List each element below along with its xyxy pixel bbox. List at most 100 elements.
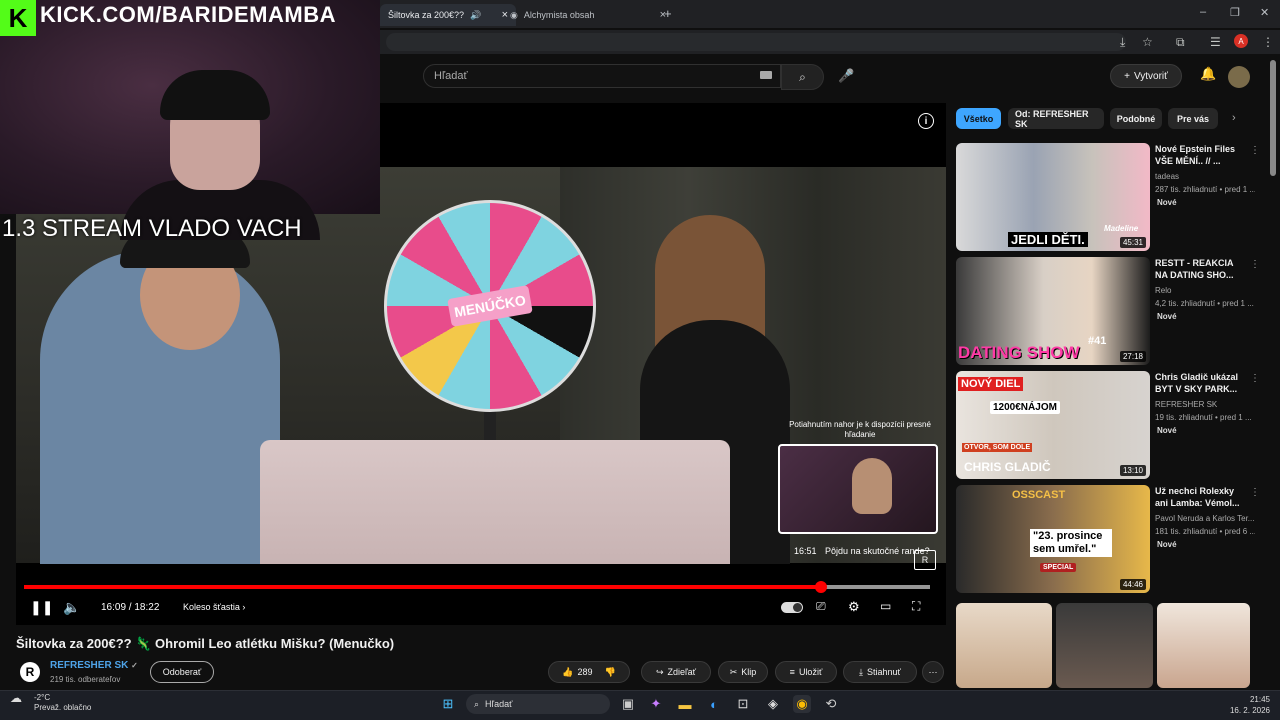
edge-icon[interactable]: ◐ — [705, 695, 723, 713]
rec-channel[interactable]: REFRESHER SK — [1155, 400, 1217, 409]
save-label: Uložiť — [798, 667, 823, 677]
rec-thumbnail[interactable]: NOVÝ DIEL 1200€NÁJOM OTVOR, SOM DOLE CHR… — [956, 371, 1150, 479]
tab-label: Alchymista obsah — [523, 10, 595, 20]
store-icon[interactable]: ⊡ — [734, 695, 752, 713]
fullscreen-icon[interactable]: ⛶ — [912, 599, 920, 614]
rec-meta: 287 tis. zhliadnutí • pred 1 ... — [1155, 185, 1255, 194]
rec-thumbnail[interactable] — [1056, 603, 1153, 688]
chip-from-channel[interactable]: Od: REFRESHER SK — [1008, 108, 1104, 129]
more-icon: ⋯ — [928, 666, 938, 677]
copilot-icon[interactable]: ✦ — [647, 695, 665, 713]
notifications-icon[interactable]: 🔔 — [1200, 66, 1216, 82]
theater-mode-icon[interactable]: ▭ — [880, 599, 891, 613]
minimize-icon[interactable]: – — [1200, 6, 1206, 18]
subtitles-icon[interactable]: ⎚ — [816, 599, 826, 614]
volume-icon[interactable]: 🔈 — [63, 599, 80, 616]
share-label: Zdieľať — [667, 667, 697, 677]
keyboard-icon[interactable] — [760, 71, 772, 79]
rec-thumbnail[interactable]: OSSCAST "23. prosince sem umřel." SPECIA… — [956, 485, 1150, 593]
video-title: Šiltovka za 200€?? 🦎 Ohromil Leo atlétku… — [16, 636, 395, 651]
more-icon[interactable]: ⋮ — [1250, 487, 1260, 498]
chevron-right-icon[interactable]: › — [1232, 112, 1236, 124]
pause-icon[interactable]: ❚❚ — [30, 599, 53, 616]
rec-thumbnail[interactable]: DATING SHOW #41 27:18 — [956, 257, 1150, 365]
more-menu-icon[interactable]: ⋮ — [1262, 35, 1274, 49]
rec-thumbnail[interactable] — [956, 603, 1052, 688]
video-table — [260, 440, 730, 564]
thumb-caption: NOVÝ DIEL — [958, 377, 1024, 391]
more-icon[interactable]: ⋮ — [1250, 259, 1260, 270]
autoplay-toggle[interactable] — [781, 602, 803, 613]
more-icon[interactable]: ⋮ — [1250, 145, 1260, 156]
rec-meta: 181 tis. zhliadnutí • pred 6 ... — [1155, 527, 1255, 536]
clock-date: 16. 2. 2026 — [1229, 706, 1270, 715]
channel-avatar[interactable]: R — [20, 662, 40, 682]
app-icon[interactable]: ◈ — [764, 695, 782, 713]
search-input[interactable]: Hľadať — [423, 64, 781, 88]
rec-title[interactable]: Nové Epstein Files VŠE MĚNÍ.. // ... — [1155, 143, 1245, 167]
rec-title[interactable]: Chris Gladič ukázal BYT V SKY PARK... — [1155, 371, 1245, 395]
download-icon: ⤓ — [859, 666, 864, 677]
chip-all[interactable]: Všetko — [956, 108, 1001, 129]
rec-channel[interactable]: Relo — [1155, 286, 1171, 295]
extensions-icon[interactable]: ⧉ — [1176, 35, 1185, 50]
info-icon[interactable]: i — [918, 113, 934, 129]
save-button[interactable]: ≡ Uložiť — [775, 661, 837, 683]
profile-avatar[interactable]: A — [1234, 34, 1248, 48]
more-actions-button[interactable]: ⋯ — [922, 661, 944, 683]
download-button[interactable]: ⤓ Stiahnuť — [843, 661, 917, 683]
install-icon[interactable]: ⤓ — [1120, 35, 1125, 50]
file-explorer-icon[interactable]: ▬ — [676, 695, 694, 713]
chapter-label: Koleso šťastia — [183, 602, 240, 612]
tab-current-video[interactable]: Šiltovka za 200€?? 🔊 × — [380, 4, 516, 26]
chip-for-you[interactable]: Pre vás — [1168, 108, 1218, 129]
chapter-title[interactable]: Koleso šťastia › — [183, 602, 245, 612]
mic-icon[interactable]: 🎤 — [838, 68, 854, 84]
channel-name[interactable]: REFRESHER SK ✓ — [50, 660, 138, 671]
reading-list-icon[interactable]: ☰ — [1210, 35, 1221, 49]
taskbar-search[interactable]: ⌕ Hľadať — [466, 694, 610, 714]
address-field[interactable] — [386, 33, 1126, 51]
bookmark-star-icon[interactable]: ☆ — [1142, 35, 1153, 49]
restore-icon[interactable]: ❐ — [1230, 6, 1240, 19]
task-view-icon[interactable]: ▣ — [619, 695, 637, 713]
scissors-icon: ✂ — [729, 666, 738, 677]
chrome-icon[interactable]: ◉ — [793, 695, 811, 713]
create-button[interactable]: + Vytvoriť — [1110, 64, 1182, 88]
close-icon[interactable]: ✕ — [1260, 6, 1269, 19]
like-dislike-button[interactable]: 👍 289 👎 — [548, 661, 630, 683]
rec-title[interactable]: Už nechci Rolexky ani Lamba: Vémol... — [1155, 485, 1245, 509]
more-icon[interactable]: ⋮ — [1250, 373, 1260, 384]
duration-badge: 27:18 — [1119, 351, 1146, 362]
stream-title-overlay: 1.3 STREAM VLADO VACH — [2, 215, 302, 242]
weather-desc: Prevaž. oblačno — [34, 703, 92, 712]
rec-thumbnail[interactable]: JEDLI DĚTI. Madeline 45:31 — [956, 143, 1150, 251]
plus-icon: + — [1124, 70, 1130, 82]
search-icon: ⌕ — [799, 69, 806, 84]
search-button[interactable]: ⌕ — [781, 64, 824, 90]
rec-channel[interactable]: Pavol Neruda a Karlos Ter... — [1155, 514, 1254, 523]
thumb-caption: CHRIS GLADIČ — [964, 460, 1051, 474]
chip-related[interactable]: Podobné — [1110, 108, 1162, 129]
rec-thumbnail[interactable] — [1157, 603, 1250, 688]
app-icon[interactable]: ⟲ — [822, 695, 840, 713]
plus-icon[interactable]: + — [664, 6, 672, 21]
rec-channel[interactable]: tadeas — [1155, 172, 1179, 181]
avatar[interactable] — [1228, 66, 1250, 88]
progress-buffered — [826, 585, 930, 589]
weather-widget[interactable]: ☁ -2°C Prevaž. oblačno — [10, 692, 92, 713]
weather-temp: -2°C — [34, 693, 51, 702]
system-clock[interactable]: 21:45 16. 2. 2026 — [1214, 694, 1270, 716]
clip-button[interactable]: ✂ Klip — [718, 661, 768, 683]
tab-alchymista[interactable]: ◉ Alchymista obsah × — [502, 4, 674, 26]
tab-label: Šiltovka za 200€?? — [388, 10, 465, 20]
rec-title[interactable]: RESTT - REAKCIA NA DATING SHO... — [1155, 257, 1245, 281]
unsubscribe-button[interactable]: Odoberať — [150, 661, 214, 683]
thumb-caption: OSSCAST — [1012, 489, 1066, 501]
share-button[interactable]: ↪ Zdieľať — [641, 661, 711, 683]
scrollbar[interactable] — [1270, 60, 1276, 176]
windows-start-icon[interactable]: ⊞ — [439, 695, 457, 713]
settings-gear-icon[interactable]: ⚙ — [848, 599, 860, 615]
channel-watermark-icon[interactable]: R — [914, 550, 936, 570]
search-icon: ⌕ — [474, 698, 480, 709]
